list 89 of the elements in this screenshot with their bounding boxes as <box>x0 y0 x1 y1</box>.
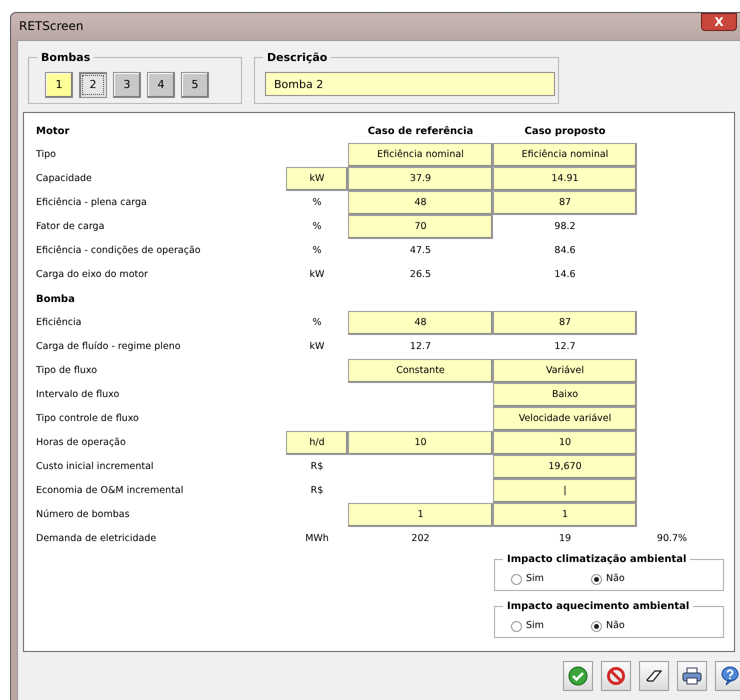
column-header: Caso de referência <box>366 124 474 138</box>
row-label: Eficiência - condições de operação <box>36 244 202 258</box>
radio-label: Não <box>606 572 625 586</box>
unit-label: % <box>311 316 323 330</box>
printer-icon <box>682 667 702 685</box>
input-cell[interactable]: 48 <box>348 311 493 335</box>
input-cell[interactable]: Eficiência nominal <box>348 143 493 167</box>
value-cell-text: 90.7% <box>656 532 688 546</box>
unit-label: % <box>311 196 323 210</box>
ok-icon <box>568 666 588 686</box>
unit-label: R$ <box>310 460 324 474</box>
unit-label: % <box>311 244 323 258</box>
eraser-icon <box>645 668 663 684</box>
row-label: Tipo de fluxo <box>36 364 98 378</box>
unit-label: % <box>311 220 323 234</box>
input-cell[interactable]: 10 <box>348 431 493 455</box>
value-cell-text: 84.6 <box>553 244 577 258</box>
input-cell[interactable]: Constante <box>348 359 493 383</box>
group-title: Impacto climatização ambiental <box>503 552 690 567</box>
value-cell-text: 12.7 <box>553 340 577 354</box>
unit-label: MWh <box>304 532 330 546</box>
input-cell[interactable]: | <box>493 479 637 503</box>
description-field[interactable]: Bomba 2 <box>265 72 555 96</box>
row-label: Número de bombas <box>36 508 131 522</box>
input-cell[interactable]: 87 <box>493 311 637 335</box>
group-title: Descrição <box>263 50 332 66</box>
input-cell[interactable]: 70 <box>348 215 493 239</box>
pump-button[interactable]: 3 <box>113 72 141 98</box>
input-cell[interactable]: 14.91 <box>493 167 637 191</box>
row-label: Eficiência <box>36 316 82 330</box>
row-label: Carga de fluído - regime pleno <box>36 340 182 354</box>
value-cell-text: 12.7 <box>408 340 432 354</box>
window-title: RETScreen <box>19 18 84 35</box>
input-cell[interactable]: 1 <box>348 503 493 527</box>
row-label: Horas de operação <box>36 436 127 450</box>
input-cell[interactable]: h/d <box>286 431 348 455</box>
input-cell[interactable]: Variável <box>493 359 637 383</box>
input-cell[interactable]: kW <box>286 167 348 191</box>
ok-button[interactable] <box>563 661 593 691</box>
section-heading: Motor <box>36 124 70 138</box>
row-label: Carga do eixo do motor <box>36 268 149 282</box>
radio-button[interactable] <box>511 574 522 585</box>
unit-label: kW <box>308 340 326 354</box>
value-cell-text: 202 <box>410 532 431 546</box>
input-cell[interactable]: 10 <box>493 431 637 455</box>
close-button[interactable]: X <box>701 13 737 31</box>
help-icon <box>720 666 740 686</box>
input-cell[interactable]: 48 <box>348 191 493 215</box>
input-cell[interactable]: 19,670 <box>493 455 637 479</box>
cancel-button[interactable] <box>601 661 631 691</box>
value-cell-text: 14.6 <box>553 268 577 282</box>
pump-button[interactable]: 2 <box>79 72 107 98</box>
radio-label: Sim <box>526 572 544 586</box>
radio-label: Sim <box>526 619 544 633</box>
input-cell[interactable]: Baixo <box>493 383 637 407</box>
group-title: Impacto aquecimento ambiental <box>503 599 694 614</box>
section-heading: Bomba <box>36 292 76 306</box>
value-cell-text: 98.2 <box>553 220 577 234</box>
pump-button[interactable]: 5 <box>181 72 209 98</box>
row-label: Economia de O&M incremental <box>36 484 184 498</box>
radio-button[interactable] <box>591 620 602 632</box>
pump-button[interactable]: 4 <box>147 72 175 98</box>
row-label: Eficiência - plena carga <box>36 196 148 210</box>
radio-label: Não <box>606 619 625 633</box>
row-label: Demanda de eletricidade <box>36 532 158 546</box>
row-label: Tipo controle de fluxo <box>36 412 140 426</box>
value-cell-text: 19 <box>558 532 572 546</box>
help-button[interactable] <box>715 661 740 691</box>
radio-button[interactable] <box>511 620 522 632</box>
row-label: Intervalo de fluxo <box>36 388 120 402</box>
cancel-icon <box>606 666 626 686</box>
erase-button[interactable] <box>639 661 669 691</box>
input-cell[interactable]: 87 <box>493 191 637 215</box>
value-cell-text: 47.5 <box>408 244 432 258</box>
pump-button[interactable]: 1 <box>45 72 73 98</box>
input-cell[interactable]: 1 <box>493 503 637 527</box>
row-label: Capacidade <box>36 172 93 186</box>
input-cell[interactable]: Eficiência nominal <box>493 143 637 167</box>
print-button[interactable] <box>677 661 707 691</box>
unit-label: R$ <box>310 484 324 498</box>
value-cell-text: 26.5 <box>408 268 432 282</box>
radio-button[interactable] <box>591 574 602 585</box>
row-label: Tipo <box>36 148 57 162</box>
row-label: Fator de carga <box>36 220 106 234</box>
input-cell[interactable]: Velocidade variável <box>493 407 637 431</box>
input-cell[interactable]: 37.9 <box>348 167 493 191</box>
unit-label: kW <box>308 268 326 282</box>
row-label: Custo inicial incremental <box>36 460 155 474</box>
column-header: Caso proposto <box>524 124 606 138</box>
